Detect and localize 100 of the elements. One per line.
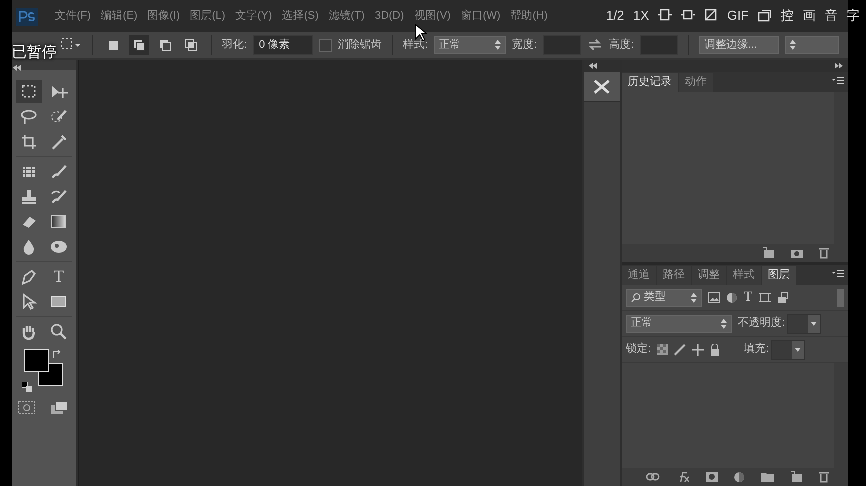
tool-button[interactable] [16, 80, 42, 103]
opacity-label: 不透明度: [738, 316, 786, 332]
fit-screen-icon[interactable] [681, 8, 696, 22]
expand-icon[interactable] [834, 62, 844, 70]
updown-icon [721, 318, 727, 328]
style-dropdown[interactable]: 正常 [434, 36, 506, 54]
zoom-icon [50, 322, 68, 340]
height-label: 高度: [609, 38, 634, 53]
history-brush-icon [50, 188, 68, 206]
panel-tab[interactable]: 历史记录 [622, 73, 678, 92]
panel-tab[interactable]: 路径 [657, 266, 691, 285]
collapse-icon[interactable] [588, 62, 598, 70]
tools-icon [592, 78, 612, 96]
dropdown-arrow-icon [811, 322, 818, 326]
pen-icon [20, 268, 38, 286]
lock-label: 锁定: [626, 342, 652, 358]
menu-item[interactable]: 选择(S) [277, 8, 324, 24]
menu-item[interactable]: 图层(L) [185, 8, 231, 24]
search-icon [631, 292, 641, 302]
selection-mode-button[interactable] [129, 35, 149, 55]
adjustment-icon[interactable] [734, 472, 745, 482]
player-control[interactable]: 1X [633, 8, 650, 22]
trash-icon[interactable] [818, 247, 830, 259]
scrollbar-track[interactable] [834, 363, 848, 468]
folder-icon[interactable] [761, 472, 774, 482]
new-layer-icon[interactable] [790, 471, 802, 483]
feather-label: 羽化: [222, 38, 248, 53]
screen-mode-icon[interactable] [50, 401, 70, 415]
collapse-icon[interactable] [12, 64, 22, 72]
player-control[interactable]: 控 [781, 8, 794, 22]
scrollbar-track[interactable] [834, 92, 848, 244]
menu-item[interactable]: 滤镜(T) [324, 8, 370, 24]
player-control[interactable]: 字 [847, 8, 860, 22]
app-logo-icon [16, 8, 38, 26]
style-label: 样式: [403, 38, 428, 53]
panel-menu-icon[interactable] [832, 77, 844, 86]
menu-item[interactable]: 3D(D) [370, 8, 410, 24]
stamp-icon [20, 188, 38, 206]
intersect-selection-icon [184, 38, 198, 52]
menu-item[interactable]: 窗口(W) [456, 8, 506, 24]
antialias-checkbox[interactable] [319, 38, 332, 52]
panel-tab[interactable]: 通道 [622, 266, 656, 285]
lasso-icon [20, 108, 38, 126]
player-control[interactable]: 1/2 [606, 8, 624, 22]
lock-pixels-icon[interactable] [674, 344, 686, 356]
blend-mode-dropdown[interactable]: 正常 [626, 314, 732, 332]
width-label: 宽度: [512, 38, 538, 53]
brush-icon [50, 162, 68, 180]
type-filter-button[interactable]: T [744, 287, 753, 308]
lock-transparency-icon[interactable] [657, 344, 668, 355]
smart-object-filter-icon[interactable] [776, 292, 789, 304]
menu-item[interactable]: 图像(I) [142, 8, 186, 24]
feather-field[interactable]: 0 像素 [253, 35, 314, 55]
lock-all-icon[interactable] [710, 344, 720, 356]
adjustment-filter-icon[interactable] [726, 292, 738, 304]
crop-frame-icon[interactable] [704, 8, 718, 22]
fit-width-icon[interactable] [658, 8, 672, 22]
panel-tab[interactable]: 样式 [727, 266, 761, 285]
menu-item[interactable]: 视图(V) [409, 8, 456, 24]
fill-field[interactable] [771, 340, 806, 360]
window-icon[interactable] [758, 8, 772, 22]
player-control[interactable]: 音 [825, 8, 838, 22]
eyedropper-icon [50, 132, 68, 150]
filter-toggle[interactable] [837, 288, 844, 306]
updown-icon [691, 292, 697, 302]
camera-icon[interactable] [790, 247, 804, 259]
panel-tab[interactable]: 动作 [679, 73, 713, 92]
tool-button[interactable]: T [46, 265, 72, 288]
dropdown-field[interactable] [785, 36, 840, 54]
mask-icon[interactable] [706, 472, 718, 482]
panel-tab[interactable]: 图层 [762, 266, 796, 285]
menu-item[interactable]: 文件(F) [50, 8, 96, 24]
add-selection-icon [132, 38, 146, 52]
paused-label: 已暂停 [12, 43, 57, 63]
menu-item[interactable]: 编辑(E) [96, 8, 143, 24]
opacity-field[interactable] [787, 314, 822, 334]
selection-icon [20, 82, 38, 100]
swap-arrows-icon[interactable] [587, 39, 604, 51]
dropdown-arrow-icon [795, 348, 802, 352]
player-control[interactable]: 画 [803, 8, 816, 22]
image-filter-icon[interactable] [708, 292, 720, 303]
tool-presets-button[interactable] [584, 72, 620, 102]
menu-item[interactable]: 帮助(H) [506, 8, 553, 24]
menu-item[interactable]: 文字(Y) [230, 8, 278, 24]
quick-mask-icon[interactable] [18, 401, 36, 415]
refine-edge-button[interactable]: 调整边缘... [699, 36, 780, 54]
panel-tab[interactable]: 调整 [692, 266, 726, 285]
color-swatches-drawing[interactable] [24, 349, 64, 387]
swap-colors-icon[interactable] [52, 350, 62, 360]
style-value: 正常 [439, 38, 462, 53]
trash-icon[interactable] [818, 471, 830, 483]
lock-position-icon[interactable] [692, 344, 704, 356]
layer-filter-dropdown[interactable]: 类型 [626, 288, 702, 306]
shape-filter-icon[interactable] [758, 292, 771, 304]
default-colors-icon[interactable] [22, 382, 32, 392]
filter-value: 类型 [644, 290, 666, 306]
link-icon[interactable] [646, 473, 660, 481]
panel-menu-icon[interactable] [832, 270, 844, 280]
new-document-icon[interactable] [762, 247, 776, 259]
player-control[interactable]: GIF [727, 8, 749, 22]
